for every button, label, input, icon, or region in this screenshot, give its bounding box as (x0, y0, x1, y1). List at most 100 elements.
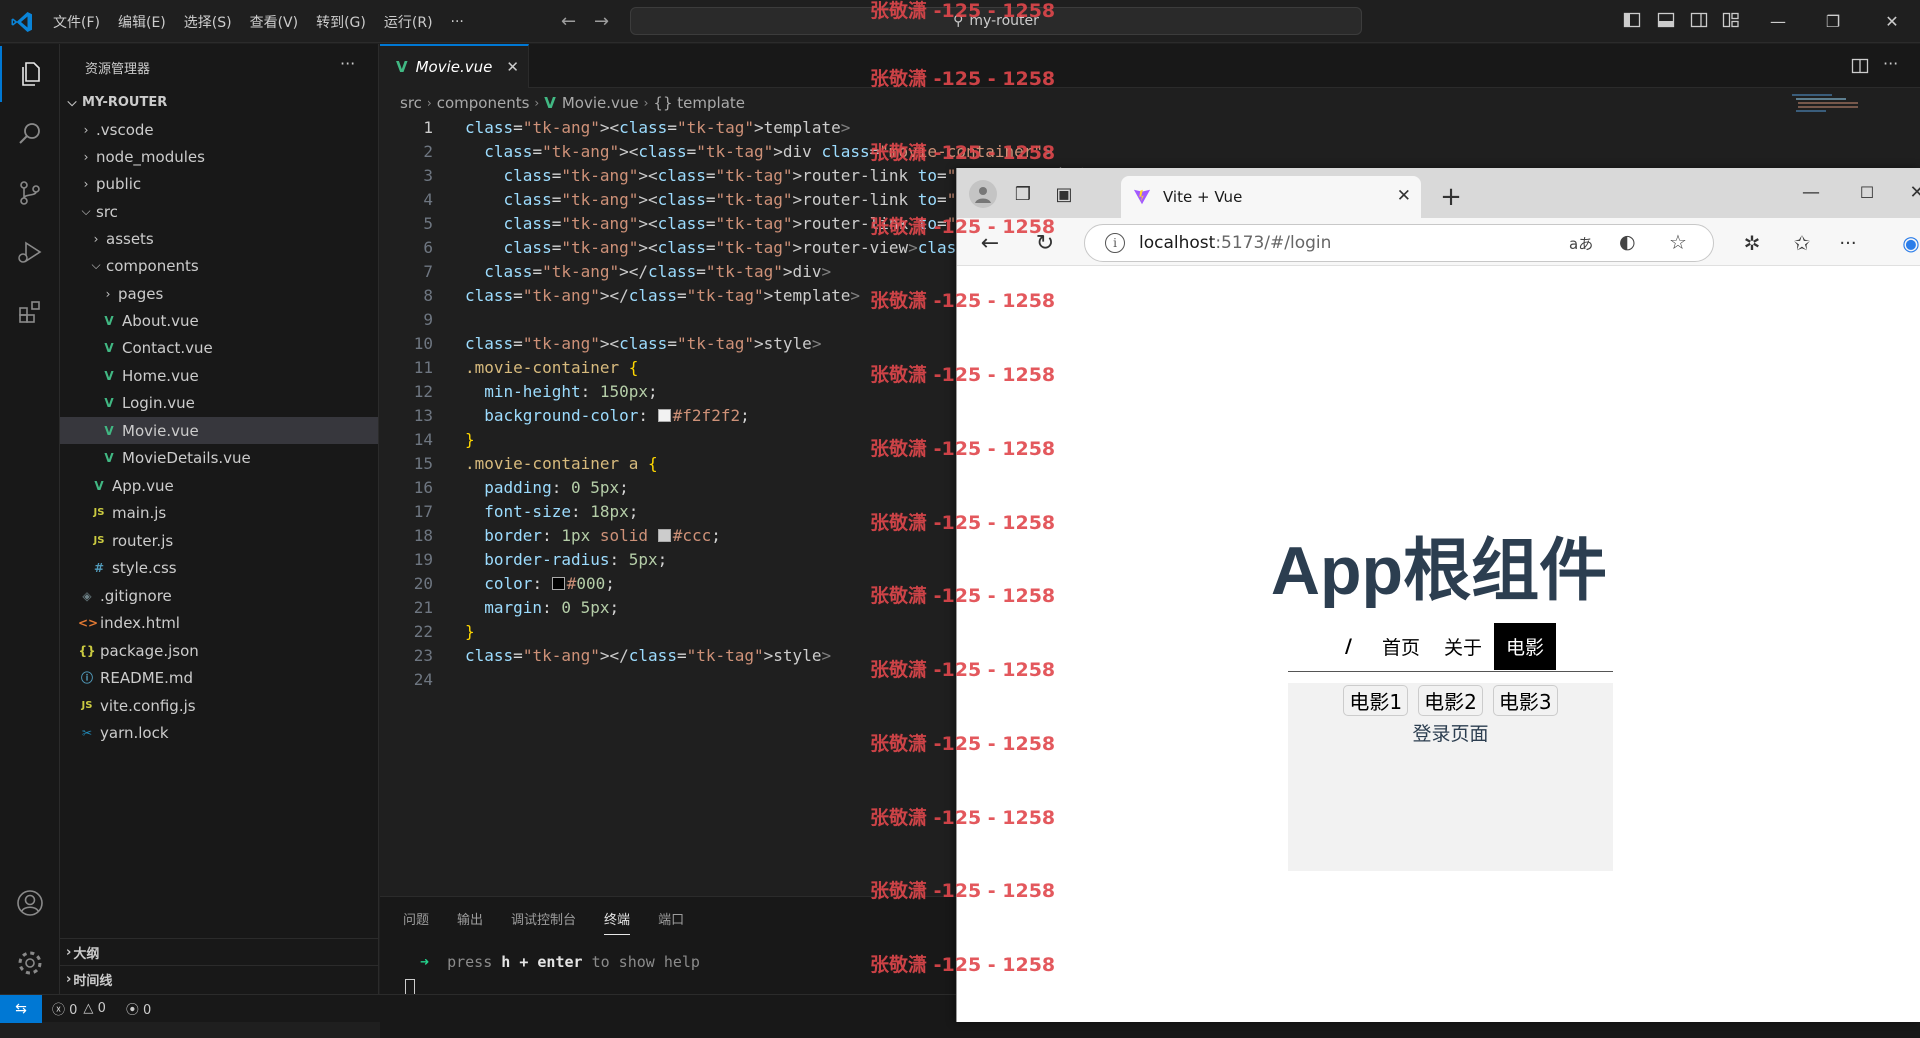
tree-item-public[interactable]: › public (60, 170, 378, 197)
toggle-panel-icon[interactable] (1657, 11, 1675, 29)
panel-tabs: 问题 输出 调试控制台 终端 端口 (403, 909, 712, 935)
movie-link-1[interactable]: 电影1 (1343, 685, 1409, 716)
watermark-text: 张敬潇 -125 - 1258 (870, 0, 1056, 22)
minimize-icon[interactable]: — (1799, 180, 1823, 204)
browser-toolbar: ← ↻ i localhost:5173/#/login aあ ◐ ☆ ✲ ✩ … (957, 218, 1920, 266)
tab-movie-vue[interactable]: V Movie.vue ✕ (380, 44, 529, 88)
tree-item-src[interactable]: ⌵ src (60, 198, 378, 225)
tree-root-folder[interactable]: ⌵ MY-ROUTER (60, 89, 378, 116)
search-icon[interactable] (0, 106, 60, 162)
tab-output[interactable]: 输出 (457, 909, 483, 935)
breadcrumb-src[interactable]: src (400, 94, 422, 112)
profile-avatar-icon[interactable] (969, 180, 997, 208)
split-editor-icon[interactable] (1851, 57, 1869, 75)
customize-layout-icon[interactable] (1722, 11, 1740, 29)
nav-link-movie[interactable]: 电影 (1493, 622, 1556, 670)
minimize-icon[interactable]: — (1763, 8, 1793, 34)
more-menu-icon[interactable]: ··· (1835, 230, 1861, 256)
chevron-right-icon: › (93, 231, 99, 246)
close-tab-icon[interactable]: ✕ (506, 58, 519, 76)
breadcrumb-components[interactable]: components (437, 94, 530, 112)
ports-indicator[interactable]: ⦿ 0 (126, 999, 151, 1018)
back-arrow-icon[interactable]: ← (561, 11, 576, 32)
tree-item-label: Contact.vue (122, 338, 213, 357)
movie-link-3[interactable]: 电影3 (1492, 685, 1558, 716)
tree-item-login-vue[interactable]: V Login.vue (60, 389, 378, 416)
menu-edit[interactable]: 编辑(E) (109, 12, 175, 32)
tree-item-moviedetails-vue[interactable]: V MovieDetails.vue (60, 444, 378, 471)
menu-selection[interactable]: 选择(S) (175, 12, 241, 32)
edge-copilot-icon[interactable]: ◐ (1619, 231, 1636, 253)
run-debug-icon[interactable] (0, 224, 60, 280)
outline-section[interactable]: › 大纲 (60, 938, 378, 965)
close-icon[interactable]: ✕ (1907, 180, 1920, 204)
tab-ports[interactable]: 端口 (658, 909, 684, 935)
menu-more[interactable]: ··· (442, 14, 473, 30)
breadcrumb-file[interactable]: Movie.vue (562, 94, 639, 112)
read-aloud-icon[interactable]: aあ (1569, 233, 1593, 254)
source-control-icon[interactable] (0, 165, 60, 221)
explorer-icon[interactable] (0, 46, 60, 102)
toggle-secondary-sidebar-icon[interactable] (1690, 11, 1708, 29)
remote-indicator-icon[interactable]: ⇆ (0, 994, 42, 1023)
settings-gear-icon[interactable] (0, 935, 60, 991)
breadcrumb-symbol[interactable]: {} template (653, 94, 745, 112)
more-actions-icon[interactable]: ··· (1883, 54, 1898, 73)
tree-item-node-modules[interactable]: › node_modules (60, 143, 378, 170)
tree-item-package-json[interactable]: {} package.json (60, 637, 378, 664)
timeline-section[interactable]: › 时间线 (60, 965, 378, 992)
toggle-primary-sidebar-icon[interactable] (1623, 11, 1641, 29)
tree-item-yarn-lock[interactable]: ✂ yarn.lock (60, 719, 378, 746)
tree-item-main-js[interactable]: JS main.js (60, 499, 378, 526)
tree-item-pages[interactable]: › pages (60, 280, 378, 307)
extensions-icon[interactable] (0, 284, 60, 340)
minimap[interactable] (1792, 92, 1872, 142)
vertical-tabs-icon[interactable]: ▣ (1052, 182, 1076, 206)
new-tab-icon[interactable]: + (1435, 181, 1467, 213)
extensions-icon[interactable]: ✲ (1739, 230, 1765, 256)
menu-go[interactable]: 转到(G) (307, 12, 375, 32)
menu-view[interactable]: 查看(V) (241, 12, 308, 32)
restore-icon[interactable]: ❐ (1818, 8, 1848, 34)
tree-item-router-js[interactable]: JS router.js (60, 527, 378, 554)
site-info-icon[interactable]: i (1105, 233, 1125, 253)
maximize-icon[interactable]: ☐ (1855, 180, 1879, 204)
tree-root-label: MY-ROUTER (82, 95, 168, 110)
tree-item-label: Login.vue (122, 393, 195, 412)
tree-item-index-html[interactable]: <> index.html (60, 609, 378, 636)
close-icon[interactable]: ✕ (1877, 8, 1907, 34)
copilot-icon[interactable]: ◉ (1901, 230, 1920, 256)
tree-item-gitignore[interactable]: ◈ .gitignore (60, 582, 378, 609)
tree-item-movie-vue[interactable]: V Movie.vue (60, 417, 378, 444)
close-tab-icon[interactable]: ✕ (1397, 186, 1411, 206)
workspaces-icon[interactable]: ❒ (1011, 182, 1035, 206)
favorite-star-icon[interactable]: ☆ (1669, 230, 1687, 254)
menu-file[interactable]: 文件(F) (44, 12, 109, 32)
more-actions-icon[interactable]: ··· (340, 54, 355, 73)
forward-arrow-icon[interactable]: → (594, 11, 609, 32)
favorites-icon[interactable]: ✩ (1789, 230, 1815, 256)
tree-item-vscode[interactable]: › .vscode (60, 116, 378, 143)
tab-debug-console[interactable]: 调试控制台 (511, 909, 576, 935)
errors-indicator[interactable]: ⓧ 0 (52, 999, 77, 1018)
tree-item-style-css[interactable]: # style.css (60, 554, 378, 581)
tab-problems[interactable]: 问题 (403, 909, 429, 935)
tree-item-home-vue[interactable]: V Home.vue (60, 362, 378, 389)
tree-item-vite-config-js[interactable]: JS vite.config.js (60, 692, 378, 719)
nav-link-about[interactable]: 关于 (1432, 623, 1494, 670)
tree-item-contact-vue[interactable]: V Contact.vue (60, 334, 378, 361)
tree-item-app-vue[interactable]: V App.vue (60, 472, 378, 499)
menu-run[interactable]: 运行(R) (375, 12, 442, 32)
tab-terminal[interactable]: 终端 (604, 909, 631, 935)
warnings-indicator[interactable]: △ 0 (83, 1001, 105, 1016)
account-icon[interactable] (0, 875, 60, 931)
nav-link-home[interactable]: 首页 (1370, 623, 1432, 670)
tree-item-components[interactable]: ⌵ components (60, 252, 378, 279)
vscode-logo-icon[interactable] (10, 10, 34, 34)
address-bar[interactable]: i localhost:5173/#/login aあ ◐ ☆ (1084, 224, 1714, 262)
browser-tab-vite-vue[interactable]: Vite + Vue ✕ (1121, 176, 1421, 218)
tree-item-assets[interactable]: › assets (60, 225, 378, 252)
tree-item-about-vue[interactable]: V About.vue (60, 307, 378, 334)
tree-item-readme-md[interactable]: ⓘ README.md (60, 664, 378, 691)
movie-link-2[interactable]: 电影2 (1418, 685, 1483, 716)
